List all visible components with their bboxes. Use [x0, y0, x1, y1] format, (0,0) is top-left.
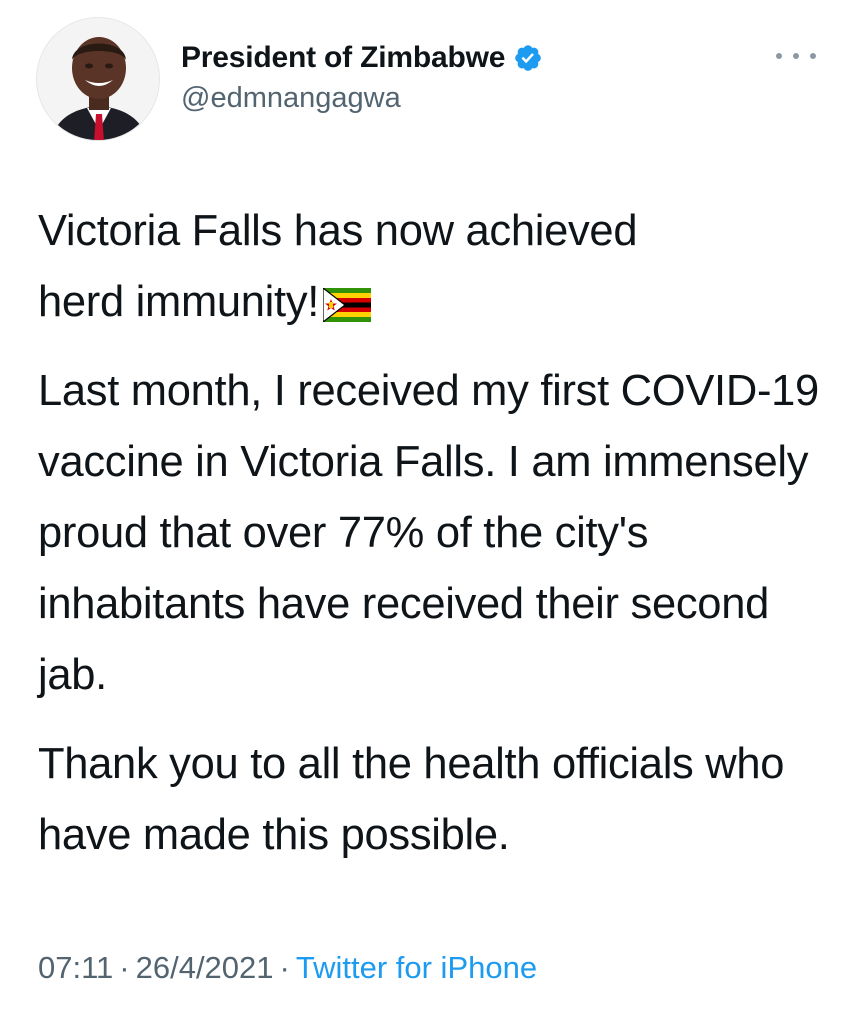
tweet-text: Victoria Falls has now achieved herd imm… [38, 196, 828, 871]
more-dot-icon [810, 53, 816, 59]
tweet-paragraph-2: Last month, I received my first COVID-19… [38, 367, 819, 699]
more-options-button[interactable] [776, 44, 816, 68]
tweet-paragraph-3: Thank you to all the health officials wh… [38, 740, 785, 859]
verified-badge-icon [515, 45, 542, 71]
separator: · [119, 950, 130, 985]
tweet-metadata: 07:11 · 26/4/2021 · Twitter for iPhone [38, 950, 537, 986]
zimbabwe-flag-icon [323, 288, 372, 322]
tweet-time[interactable]: 07:11 [38, 950, 113, 985]
profile-photo-icon [37, 18, 159, 140]
tweet-source-link[interactable]: Twitter for iPhone [296, 950, 537, 985]
separator: · [279, 950, 290, 985]
more-dot-icon [793, 53, 799, 59]
author-handle[interactable]: @edmnangagwa [181, 82, 401, 115]
tweet-card: President of Zimbabwe @edmnangagwa Victo… [0, 0, 853, 1024]
tweet-paragraph-1: Victoria Falls has now achieved herd imm… [38, 196, 828, 338]
more-dot-icon [776, 53, 782, 59]
tweet-date[interactable]: 26/4/2021 [136, 950, 274, 985]
tweet-line: Victoria Falls has now achieved [38, 207, 638, 255]
display-name[interactable]: President of Zimbabwe [181, 41, 505, 75]
tweet-line: herd immunity! [38, 278, 320, 326]
avatar[interactable] [36, 17, 160, 141]
author-name-row[interactable]: President of Zimbabwe [181, 38, 543, 78]
